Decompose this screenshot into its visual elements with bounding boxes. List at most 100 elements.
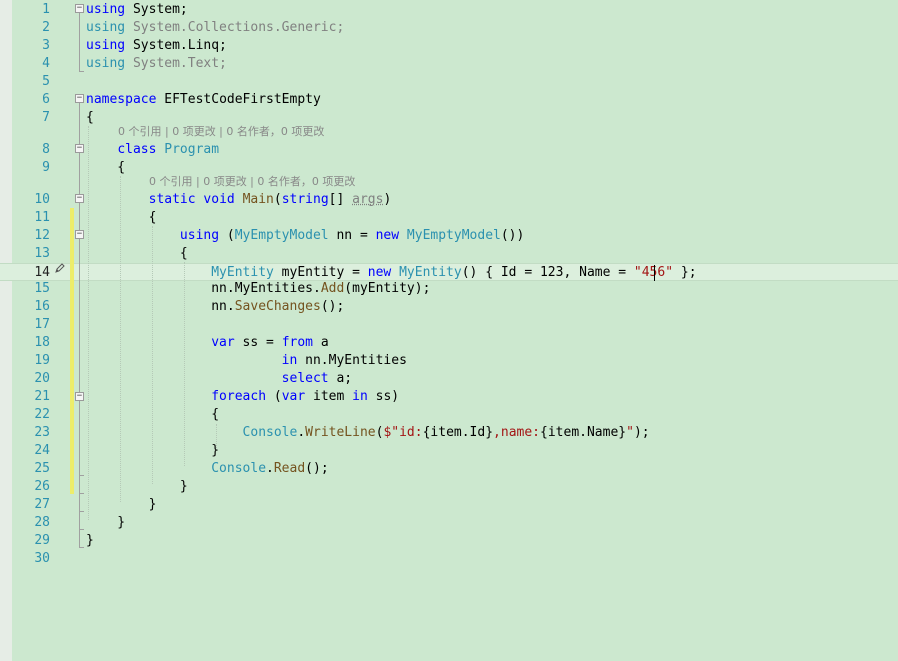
code-token: { [86,110,94,125]
code-line[interactable]: 15 nn.MyEntities.Add(myEntity); [0,280,898,298]
fold-end-using-block [79,493,84,494]
code-token: } [86,479,188,494]
code-text[interactable]: using System; [86,1,188,19]
line-number: 15 [34,281,50,296]
code-line[interactable]: 17 [0,316,898,334]
code-line[interactable]: 13 { [0,245,898,263]
code-line[interactable]: 27 } [0,496,898,514]
fold-end-foreach [79,475,84,476]
code-text[interactable]: } [86,532,94,550]
code-text[interactable]: } [86,478,188,496]
code-line[interactable]: 1 using System; [0,1,898,19]
code-line[interactable]: 9 { [0,159,898,177]
codelens-class[interactable]: 0 个引用 | 0 项更改 | 0 名作者，0 项更改 [118,123,324,141]
code-text[interactable]: using System.Text; [86,55,227,73]
code-token: . [266,461,274,476]
fold-toggle-using-block[interactable]: − [75,230,84,239]
code-line[interactable]: 11 { [0,209,898,227]
code-token: [] [328,192,353,207]
code-token: ( [219,228,235,243]
code-token: using [86,56,126,71]
code-line[interactable]: 28 } [0,514,898,532]
code-token: nn.MyEntities [297,353,407,368]
code-text[interactable]: { [86,245,188,263]
text-caret [654,265,655,281]
code-token: MyEmptyModel [234,228,329,243]
code-token: a; [328,371,353,386]
line-number: 2 [42,20,50,35]
code-line[interactable]: 4 using System.Text; [0,55,898,73]
code-token: using [86,20,126,35]
code-line[interactable]: 16 nn.SaveChanges(); [0,298,898,316]
code-line[interactable]: 30 [0,550,898,568]
code-text[interactable]: namespace EFTestCodeFirstEmpty [86,91,321,109]
code-token: System.Collections.Generic; [125,20,345,35]
code-token: } [86,533,94,548]
code-editor[interactable]: 1 using System; 2 using System.Collections.… [0,0,898,661]
code-text[interactable]: } [86,514,125,532]
code-token: new [375,228,400,243]
code-line[interactable]: 22 { [0,406,898,424]
code-line[interactable]: 25 Console.Read(); [0,460,898,478]
code-text[interactable]: } [86,496,157,514]
code-token: nn.MyEntities. [86,281,321,296]
line-number: 12 [34,228,50,243]
code-text[interactable]: Console.WriteLine($"id:{item.Id},name:{i… [86,424,650,442]
code-text[interactable]: using System.Linq; [86,37,227,55]
code-line[interactable]: 8 class Program [0,141,898,159]
code-line[interactable]: 5 [0,73,898,91]
code-text[interactable]: { [86,209,157,227]
codelens-method[interactable]: 0 个引用 | 0 项更改 | 0 名作者，0 项更改 [149,173,355,191]
code-text[interactable]: Console.Read(); [86,460,328,478]
code-line[interactable]: 6 namespace EFTestCodeFirstEmpty [0,91,898,109]
fold-toggle-method[interactable]: − [75,194,84,203]
fold-end-namespace [79,547,84,548]
code-line[interactable]: 26 } [0,478,898,496]
code-line[interactable]: 20 select a; [0,370,898,388]
code-text[interactable]: var ss = from a [86,334,328,352]
line-number: 30 [34,551,50,566]
code-line[interactable]: 24 } [0,442,898,460]
code-line[interactable]: 29} [0,532,898,550]
code-token: namespace [86,92,157,107]
fold-toggle-usings[interactable]: − [75,4,84,13]
code-text[interactable]: in nn.MyEntities [86,352,407,370]
code-text[interactable]: nn.MyEntities.Add(myEntity); [86,280,430,298]
code-token: item [305,389,353,404]
fold-toggle-foreach[interactable]: − [75,392,84,401]
code-line[interactable]: 10 static void Main(string[] args) [0,191,898,209]
code-token: var [281,389,306,404]
code-text[interactable]: select a; [86,370,352,388]
code-token: new [367,265,392,280]
line-number: 25 [34,461,50,476]
code-line[interactable]: 23 Console.WriteLine($"id:{item.Id},name… [0,424,898,442]
code-token: using [86,38,126,53]
code-text[interactable]: nn.SaveChanges(); [86,298,344,316]
code-text[interactable]: foreach (var item in ss) [86,388,399,406]
code-line[interactable]: 14 MyEntity myEntity = new MyEntity() { … [0,263,898,281]
line-number: 18 [34,335,50,350]
code-text[interactable]: { [86,109,94,127]
code-text[interactable]: { [86,159,125,177]
code-line[interactable]: 18 var ss = from a [0,334,898,352]
code-line[interactable]: 19 in nn.MyEntities [0,352,898,370]
code-token: ( [273,192,282,207]
code-token: EFTestCodeFirstEmpty [156,92,321,107]
code-line[interactable]: 3 using System.Linq; [0,37,898,55]
code-line[interactable]: 2 using System.Collections.Generic; [0,19,898,37]
code-token: . [297,425,306,440]
code-text[interactable]: static void Main(string[] args) [86,191,392,209]
line-number: 20 [34,371,50,386]
code-token: { [86,246,188,261]
code-line[interactable]: 21 foreach (var item in ss) [0,388,898,406]
code-text[interactable]: class Program [86,141,219,159]
code-text[interactable]: using System.Collections.Generic; [86,19,344,37]
line-number: 7 [42,110,50,125]
fold-toggle-namespace[interactable]: − [75,94,84,103]
fold-toggle-class[interactable]: − [75,144,84,153]
code-line[interactable]: 12 using (MyEmptyModel nn = new MyEmptyM… [0,227,898,245]
